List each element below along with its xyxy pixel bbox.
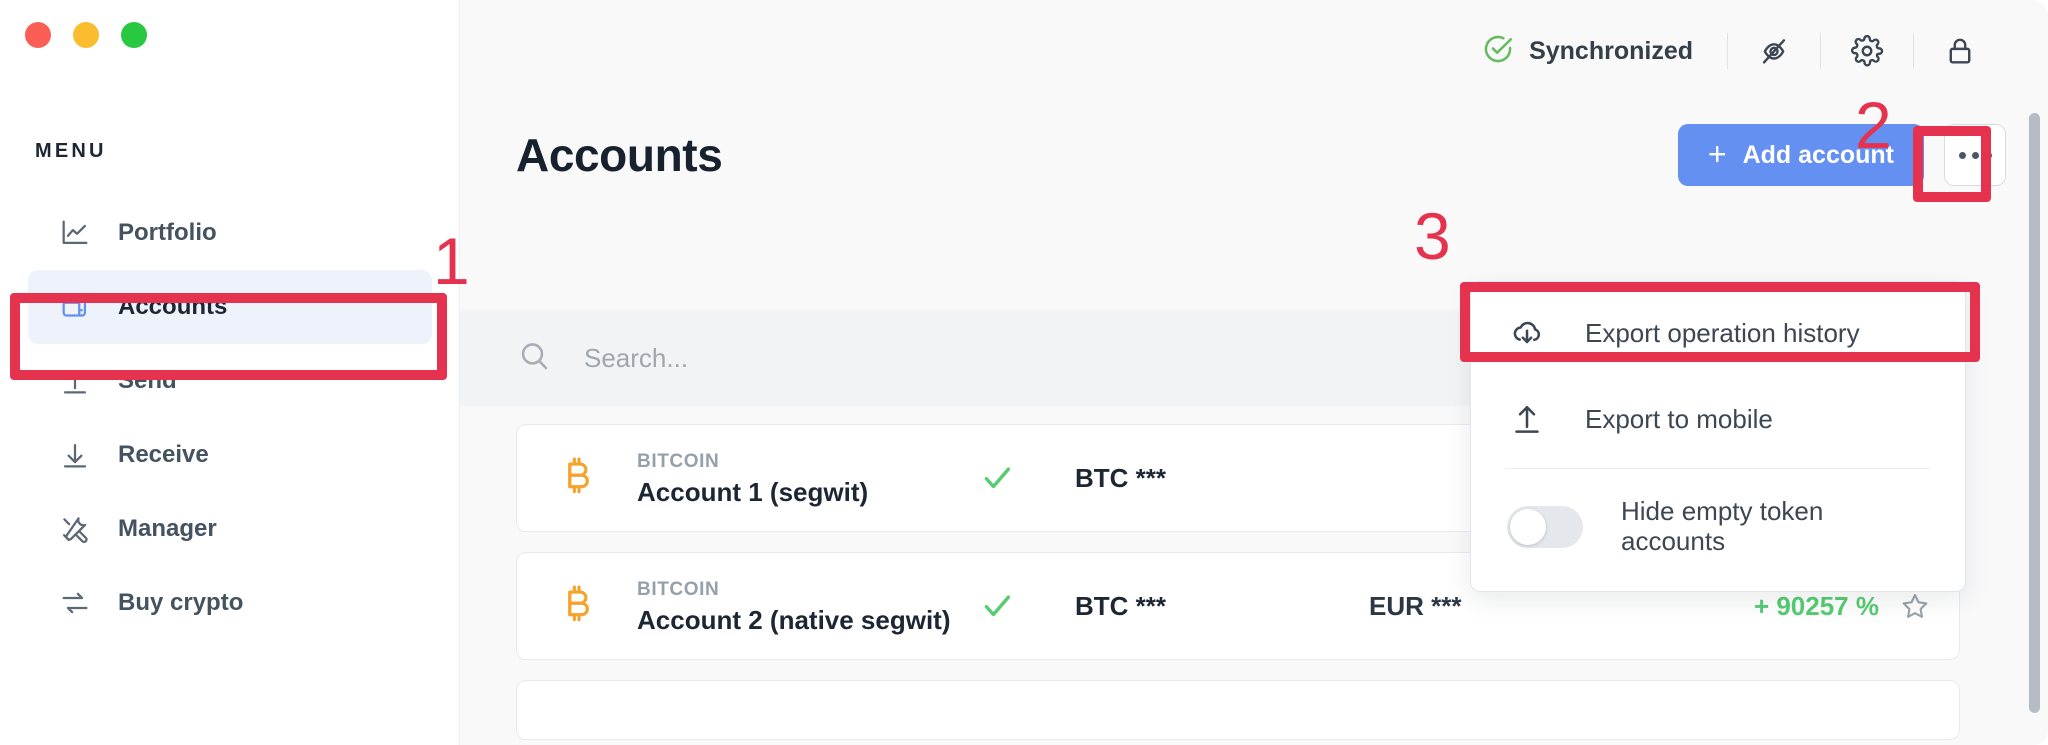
- export-to-mobile-item[interactable]: Export to mobile: [1471, 376, 1965, 462]
- account-currency: BITCOIN: [637, 451, 720, 473]
- plus-icon: +: [1707, 135, 1727, 172]
- arrow-up-icon: [58, 364, 92, 398]
- gear-icon[interactable]: [1821, 29, 1913, 73]
- sidebar-item-accounts[interactable]: Accounts: [28, 270, 432, 344]
- account-names: BITCOIN Account 1 (segwit): [637, 448, 967, 508]
- bitcoin-icon: [555, 455, 601, 501]
- page-title: Accounts: [516, 129, 723, 181]
- window-controls: [25, 22, 147, 48]
- dropdown-item-label: Export operation history: [1585, 317, 1860, 348]
- toggle-label: Hide empty token accounts: [1621, 496, 1824, 557]
- swap-icon: [58, 586, 92, 620]
- eye-off-icon[interactable]: [1728, 29, 1820, 73]
- sync-status: Synchronized: [1481, 32, 1727, 71]
- sidebar-item-label: Receive: [118, 441, 209, 468]
- star-icon[interactable]: [1899, 590, 1931, 622]
- sidebar-item-label: Accounts: [118, 293, 228, 320]
- search-placeholder: Search...: [584, 342, 689, 373]
- toggle-label-line1: Hide empty token: [1621, 496, 1824, 526]
- sidebar-item-portfolio[interactable]: Portfolio: [28, 196, 432, 270]
- more-options-button[interactable]: [1944, 124, 2006, 186]
- annotation-number-3: 3: [1414, 199, 1451, 273]
- annotation-number-1: 1: [433, 224, 470, 298]
- account-amount: BTC ***: [1075, 590, 1167, 621]
- bitcoin-icon: [555, 583, 601, 629]
- sidebar-item-receive[interactable]: Receive: [28, 418, 432, 492]
- search-input[interactable]: Search...: [516, 338, 1605, 379]
- arrow-down-icon: [58, 438, 92, 472]
- top-bar: Synchronized: [1481, 28, 2006, 74]
- close-button[interactable]: [25, 22, 51, 48]
- dot-icon: [1984, 151, 1992, 159]
- account-name: Account 1 (segwit): [637, 476, 869, 507]
- sidebar-item-buy-crypto[interactable]: Buy crypto: [28, 566, 432, 640]
- tools-icon: [58, 512, 92, 546]
- sync-status-label: Synchronized: [1529, 36, 1693, 65]
- app-window: MENU Portfolio Accounts Send Receive Man…: [0, 0, 2048, 745]
- divider: [1505, 468, 1931, 469]
- wallet-icon: [58, 290, 92, 324]
- check-circle-icon: [1481, 32, 1515, 71]
- sidebar-nav: Portfolio Accounts Send Receive Manager …: [0, 196, 460, 640]
- hide-empty-token-accounts-item[interactable]: Hide empty token accounts: [1471, 475, 1965, 583]
- account-names: BITCOIN Account 2 (native segwit): [637, 576, 967, 636]
- account-amount: BTC ***: [1075, 462, 1167, 493]
- upload-icon: [1507, 400, 1547, 438]
- dot-icon: [1958, 151, 1966, 159]
- page-actions: + Add account: [1677, 124, 2006, 186]
- vertical-scrollbar[interactable]: [2029, 113, 2040, 713]
- dot-icon: [1971, 151, 1979, 159]
- sidebar-item-label: Portfolio: [118, 219, 217, 246]
- dropdown-item-label: Export to mobile: [1585, 403, 1773, 434]
- export-operation-history-item[interactable]: Export operation history: [1471, 290, 1965, 376]
- account-currency: BITCOIN: [637, 579, 720, 601]
- sidebar-item-label: Manager: [118, 515, 217, 542]
- verified-check-icon: [967, 589, 1027, 623]
- annotation-number-2: 2: [1855, 88, 1892, 162]
- main-content: Synchronized Accounts + Add account Sear…: [460, 0, 2048, 745]
- toggle-label-line2: accounts: [1621, 525, 1726, 556]
- account-fiat: EUR ***: [1369, 590, 1462, 621]
- sidebar-item-label: Send: [118, 367, 177, 394]
- minimize-button[interactable]: [73, 22, 99, 48]
- toggle-knob: [1510, 508, 1546, 545]
- maximize-button[interactable]: [121, 22, 147, 48]
- hide-empty-token-accounts-toggle[interactable]: [1507, 505, 1583, 548]
- sidebar-item-label: Buy crypto: [118, 589, 244, 616]
- table-row[interactable]: [516, 680, 1960, 740]
- sidebar: MENU Portfolio Accounts Send Receive Man…: [0, 0, 460, 745]
- chart-line-icon: [58, 216, 92, 250]
- sidebar-item-manager[interactable]: Manager: [28, 492, 432, 566]
- more-options-dropdown: Export operation history Export to mobil…: [1470, 281, 1966, 592]
- lock-icon[interactable]: [1914, 29, 2006, 73]
- sidebar-item-send[interactable]: Send: [28, 344, 432, 418]
- verified-check-icon: [967, 461, 1027, 495]
- cloud-download-icon: [1507, 314, 1547, 352]
- search-icon: [516, 338, 552, 379]
- menu-section-label: MENU: [35, 140, 107, 162]
- account-name: Account 2 (native segwit): [637, 604, 951, 635]
- account-percent: + 90257 %: [1753, 590, 1879, 621]
